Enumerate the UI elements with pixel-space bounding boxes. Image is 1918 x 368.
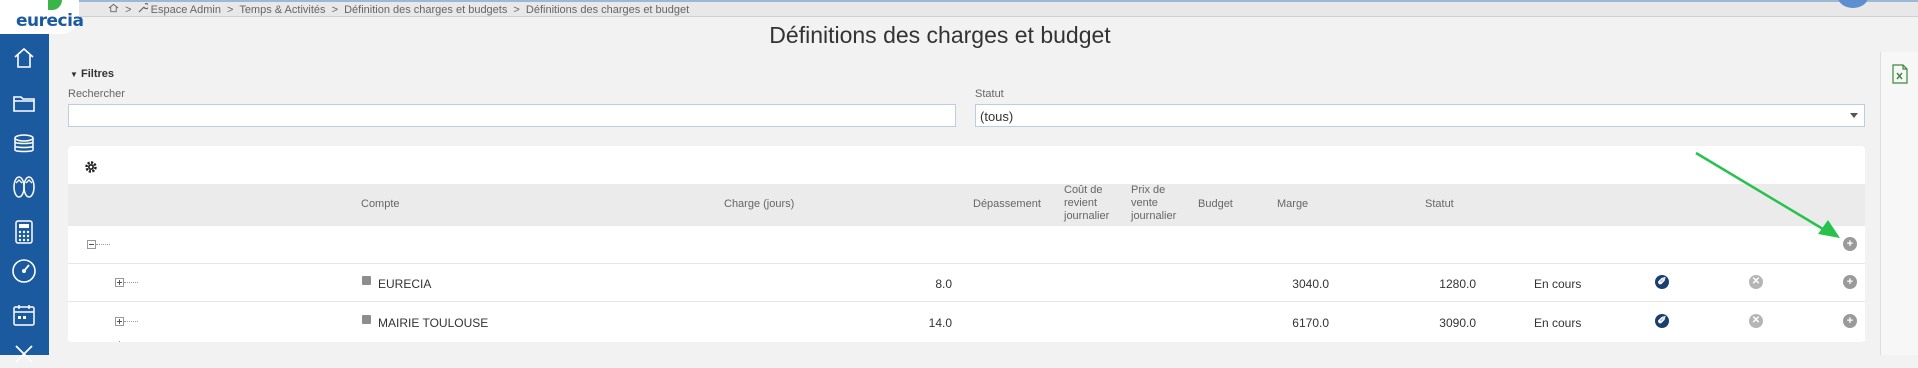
header-prix-line: vente: [1131, 197, 1158, 209]
x-icon[interactable]: [10, 340, 38, 368]
delete-button[interactable]: ✕: [1749, 314, 1763, 328]
home-icon[interactable]: [108, 3, 122, 16]
cell-charge: 14.0: [928, 316, 952, 330]
annotation-arrow-icon: [1695, 151, 1840, 238]
top-bar-accent: [79, 0, 1918, 2]
cell-compte[interactable]: EURECIA: [378, 277, 431, 291]
calendar-icon[interactable]: [10, 301, 38, 329]
filters-label: Filtres: [80, 68, 114, 80]
header-prix-vente[interactable]: Prix de vente journalier: [1131, 184, 1176, 223]
header-cout-revient[interactable]: Coût de revient journalier: [1064, 184, 1109, 223]
calculator-icon[interactable]: [10, 218, 38, 246]
logo-leaf-icon: [48, 0, 62, 10]
expand-toggle-icon[interactable]: [115, 278, 124, 287]
table-row-root: +: [68, 226, 1865, 264]
header-compte[interactable]: Compte: [361, 198, 400, 211]
table-header: Compte Charge (jours) Dépassement Coût d…: [68, 184, 1865, 226]
cell-budget: 3040.0: [1292, 277, 1329, 291]
folder-node-icon: [362, 276, 371, 285]
status-select-value: (tous): [980, 109, 1014, 124]
breadcrumb: > Espace Admin > Temps & Activités > Déf…: [108, 3, 689, 16]
search-label: Rechercher: [68, 88, 125, 100]
breadcrumb-separator: >: [125, 4, 132, 16]
dashboard-icon[interactable]: [10, 257, 38, 285]
collapse-toggle-icon[interactable]: [87, 240, 96, 249]
filters-toggle[interactable]: ▼ Filtres: [70, 68, 114, 80]
delete-button[interactable]: ✕: [1749, 275, 1763, 289]
right-panel: [1880, 52, 1918, 355]
add-child-button[interactable]: +: [1843, 275, 1857, 289]
coins-icon[interactable]: [10, 130, 38, 158]
header-prix-line: journalier: [1131, 210, 1177, 222]
header-charge[interactable]: Charge (jours): [724, 198, 794, 211]
page-title: Définitions des charges et budget: [769, 22, 1111, 48]
folder-icon[interactable]: [10, 89, 38, 117]
cell-compte[interactable]: MAIRIE TOULOUSE: [378, 316, 488, 330]
table-row[interactable]: MAIRIE TOULOUSE 14.0 6170.0 3090.0 En co…: [68, 303, 1865, 341]
wrench-icon: [138, 3, 151, 16]
status-select[interactable]: (tous): [975, 104, 1865, 127]
table-row[interactable]: EURECIA 8.0 3040.0 1280.0 En cours ✐ ✕ +: [68, 264, 1865, 302]
breadcrumb-item[interactable]: Temps & Activités: [239, 4, 325, 16]
breadcrumb-separator: >: [227, 4, 234, 16]
breadcrumb-separator: >: [331, 4, 339, 16]
excel-export-icon[interactable]: [1891, 64, 1909, 84]
cell-marge: 3090.0: [1439, 316, 1476, 330]
edit-button[interactable]: ✐: [1655, 275, 1669, 289]
search-input[interactable]: [68, 104, 956, 127]
expand-toggle-icon[interactable]: [115, 317, 124, 326]
sidebar: [0, 0, 49, 363]
breadcrumb-separator: >: [513, 4, 520, 16]
tree-connector: [124, 321, 138, 322]
add-child-button[interactable]: +: [1843, 314, 1857, 328]
cell-charge: 8.0: [935, 277, 952, 291]
cell-budget: 6170.0: [1292, 316, 1329, 330]
header-budget[interactable]: Budget: [1198, 198, 1233, 211]
header-cout-line: revient: [1064, 197, 1098, 209]
cell-statut: En cours: [1534, 316, 1582, 330]
charges-table: Compte Charge (jours) Dépassement Coût d…: [68, 146, 1865, 342]
gear-icon[interactable]: [84, 160, 98, 174]
tree-connector: [96, 244, 110, 245]
header-prix-line: Prix de: [1131, 184, 1166, 196]
chevron-down-icon: [1850, 113, 1858, 118]
breadcrumb-item[interactable]: Définition des charges et budgets: [344, 4, 507, 16]
header-depassement[interactable]: Dépassement: [973, 198, 1041, 211]
cell-marge: 1280.0: [1439, 277, 1476, 291]
tree-connector: [124, 282, 138, 283]
folder-node-icon: [362, 315, 371, 324]
breadcrumb-item[interactable]: Espace Admin: [151, 4, 221, 16]
header-cout-line: Coût de: [1064, 184, 1103, 196]
breadcrumb-item-current: Définitions des charges et budget: [525, 4, 690, 16]
header-statut[interactable]: Statut: [1425, 198, 1454, 211]
header-cout-line: journalier: [1064, 210, 1110, 222]
edit-button[interactable]: ✐: [1655, 314, 1669, 328]
status-label: Statut: [975, 88, 1004, 100]
caret-down-icon: ▼: [70, 70, 78, 79]
flip-flops-icon[interactable]: [10, 173, 38, 201]
cell-statut: En cours: [1534, 277, 1582, 291]
header-marge[interactable]: Marge: [1277, 198, 1308, 211]
